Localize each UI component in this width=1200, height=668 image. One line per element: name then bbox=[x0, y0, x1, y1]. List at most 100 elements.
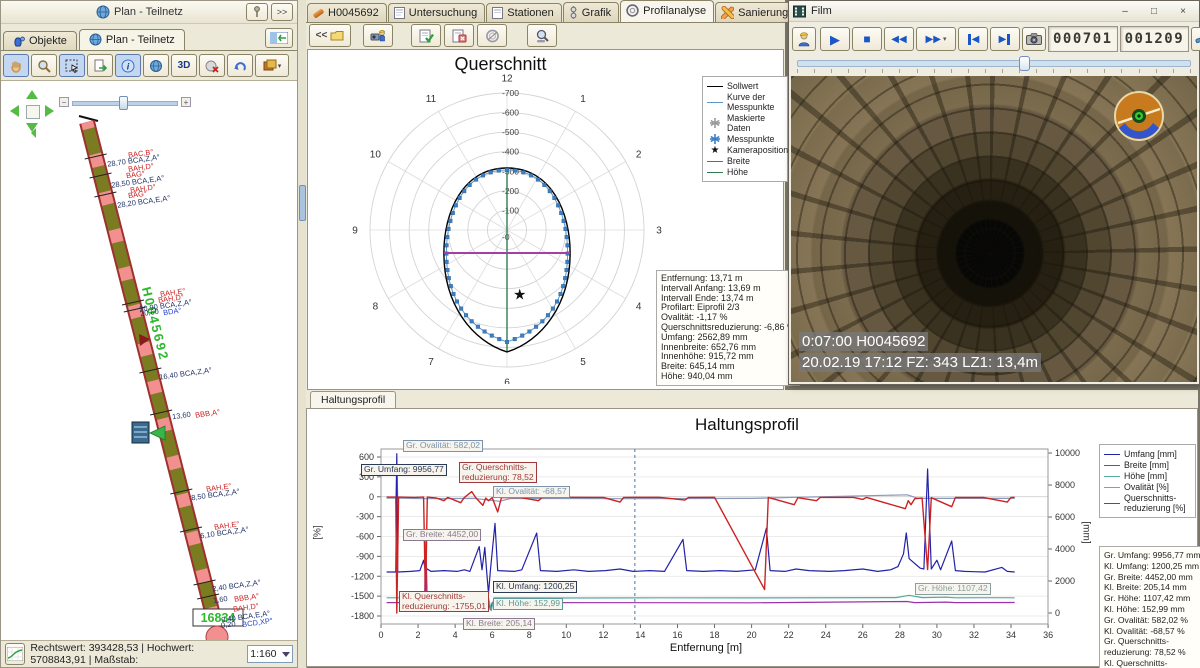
tab-haltungsprofil[interactable]: Haltungsprofil bbox=[310, 391, 396, 408]
svg-text:-100: -100 bbox=[502, 205, 519, 215]
svg-text:6: 6 bbox=[504, 378, 510, 385]
svg-text:5: 5 bbox=[580, 357, 586, 368]
svg-text:22: 22 bbox=[784, 630, 794, 640]
chart-annotation: Kl. Höhe: 152,99 bbox=[493, 598, 563, 610]
line-swatch bbox=[707, 98, 723, 107]
pan-right-arrow[interactable] bbox=[45, 105, 54, 117]
profile-rings-button[interactable] bbox=[477, 24, 507, 47]
select-tool-button[interactable] bbox=[59, 54, 85, 77]
map-nav-cross[interactable] bbox=[9, 88, 55, 134]
video-overlay-text: 0:07:00 H0045692 20.02.19 17:12 FZ: 343 … bbox=[799, 330, 1041, 372]
splitter-grip[interactable] bbox=[299, 185, 306, 221]
tab-grafik[interactable]: Grafik bbox=[563, 2, 619, 22]
skip-start-icon bbox=[968, 34, 971, 45]
video-frame[interactable]: 0:07:00 H0045692 20.02.19 17:12 FZ: 343 … bbox=[791, 76, 1197, 382]
svg-text:-1500: -1500 bbox=[351, 591, 374, 601]
dropdown-caret: ▾ bbox=[278, 62, 282, 70]
tab-stationen[interactable]: Stationen bbox=[486, 3, 561, 22]
chart-annotation: Kl. Breite: 205,14 bbox=[463, 618, 535, 630]
chart-annotation: Gr. Umfang: 9956,77 bbox=[361, 464, 447, 476]
zoom-tool-button[interactable] bbox=[31, 54, 57, 77]
film-title-bar[interactable]: Film – □ × bbox=[789, 1, 1199, 22]
zoom-slider-thumb[interactable] bbox=[119, 96, 128, 110]
skip-start-button[interactable]: ◀ bbox=[958, 27, 988, 51]
line-swatch bbox=[707, 168, 723, 177]
tab-haltung[interactable]: H0045692 bbox=[307, 3, 387, 22]
svg-text:★: ★ bbox=[513, 287, 526, 304]
pan-left-arrow[interactable] bbox=[10, 105, 19, 117]
export-view-button[interactable] bbox=[87, 54, 113, 77]
tab-plan-teilnetz-label: Plan - Teilnetz bbox=[106, 34, 175, 46]
profile-chart-button[interactable] bbox=[5, 643, 25, 665]
asterisk-swatch bbox=[707, 119, 723, 128]
play-button[interactable]: ▶ bbox=[820, 27, 850, 51]
report-error-button[interactable] bbox=[444, 24, 474, 47]
tab-untersuchung[interactable]: Untersuchung bbox=[388, 3, 486, 22]
snapshot-button[interactable] bbox=[1022, 27, 1046, 51]
querschnitt-infobox: Entfernung: 13,71 mIntervall Anfang: 13,… bbox=[656, 270, 800, 386]
line-swatch bbox=[707, 82, 723, 91]
svg-text:36: 36 bbox=[1043, 630, 1053, 640]
tab-profilanalyse[interactable]: Profilanalyse bbox=[620, 0, 714, 22]
operator-button[interactable] bbox=[792, 27, 816, 51]
tab-objekte[interactable]: Objekte bbox=[3, 31, 77, 50]
chart-annotation: Gr. Höhe: 1107,42 bbox=[915, 583, 991, 595]
stop-button[interactable]: ■ bbox=[852, 27, 882, 51]
legend-label: Ovalität [%] bbox=[1124, 482, 1169, 492]
zoom-out-button[interactable]: − bbox=[59, 97, 69, 107]
svg-text:-500: -500 bbox=[502, 127, 519, 137]
map-canvas[interactable]: H004569216834 BAC,B°28,70 BCA,Z,A°BAH,D°… bbox=[1, 81, 297, 640]
svg-text:2: 2 bbox=[416, 630, 421, 640]
undo-button[interactable] bbox=[227, 54, 253, 77]
close-button[interactable]: × bbox=[1171, 3, 1195, 20]
svg-text:-600: -600 bbox=[356, 532, 374, 542]
page-arrow-icon bbox=[93, 59, 107, 73]
fast-forward-button[interactable]: ▶▶ ▾ bbox=[916, 27, 956, 51]
map-annotation: 8,50 BCA,Z,A° bbox=[191, 487, 241, 503]
report-ok-button[interactable] bbox=[411, 24, 441, 47]
legend-item: Sollwert bbox=[707, 81, 783, 91]
film-seek-track[interactable] bbox=[797, 60, 1191, 67]
3d-view-button[interactable]: 3D bbox=[171, 54, 197, 77]
pan-left-small-arrow[interactable] bbox=[31, 128, 36, 138]
dock-panel-button[interactable] bbox=[265, 28, 293, 48]
map-annotation: 0,20 bbox=[220, 619, 236, 630]
asterisk-swatch bbox=[707, 135, 723, 144]
application-window: Plan - Teilnetz >> Objekte Plan - Teilne… bbox=[0, 0, 1200, 668]
tab-untersuchung-label: Untersuchung bbox=[409, 7, 478, 19]
pan-center[interactable] bbox=[26, 105, 40, 119]
clear-selection-button[interactable] bbox=[199, 54, 225, 77]
zoom-in-button[interactable]: + bbox=[181, 97, 191, 107]
map-zoom-slider[interactable]: − + bbox=[59, 96, 191, 108]
collapse-panel-button[interactable]: >> bbox=[271, 3, 293, 21]
tab-sanierung[interactable]: Sanierung bbox=[715, 2, 796, 22]
svg-text:-1800: -1800 bbox=[351, 611, 374, 621]
tab-plan-teilnetz[interactable]: Plan - Teilnetz bbox=[79, 29, 185, 50]
svg-text:10: 10 bbox=[561, 630, 571, 640]
maximize-button[interactable]: □ bbox=[1142, 3, 1166, 20]
svg-text:11: 11 bbox=[426, 94, 437, 105]
skip-end-button[interactable]: ▶ bbox=[990, 27, 1020, 51]
position-counter: 000701 bbox=[1048, 26, 1118, 52]
collapse-button[interactable]: << bbox=[309, 24, 351, 47]
tab-grafik-label: Grafik bbox=[582, 7, 611, 19]
pan-tool-button[interactable] bbox=[3, 54, 29, 77]
tools-button[interactable] bbox=[1191, 27, 1200, 51]
rewind-button[interactable]: ◀◀ bbox=[884, 27, 914, 51]
camera-operator-icon bbox=[370, 29, 386, 43]
info-tool-button[interactable]: i bbox=[115, 54, 141, 77]
layers-menu-button[interactable]: ▾ bbox=[255, 54, 289, 77]
camera-operator-button[interactable] bbox=[363, 24, 393, 47]
pan-up-arrow[interactable] bbox=[26, 90, 38, 99]
minimize-button[interactable]: – bbox=[1113, 3, 1137, 20]
pin-button[interactable] bbox=[246, 3, 268, 21]
globe-view-button[interactable] bbox=[143, 54, 169, 77]
chart-annotation: Gr. Querschnitts- reduzierung: 78,52 bbox=[459, 462, 537, 483]
map-annotation: 13,60 bbox=[171, 410, 191, 422]
scale-select[interactable]: 1:160 bbox=[247, 645, 293, 663]
legend-item: Querschnitts-reduzierung [%] bbox=[1104, 493, 1191, 513]
measure-zoom-button[interactable] bbox=[527, 24, 557, 47]
info-line: Gr. Höhe: 1107,42 mm bbox=[1104, 593, 1200, 604]
chevron-down-icon bbox=[282, 652, 290, 661]
info-line: Gr. Ovalität: 582,02 % bbox=[1104, 615, 1200, 626]
